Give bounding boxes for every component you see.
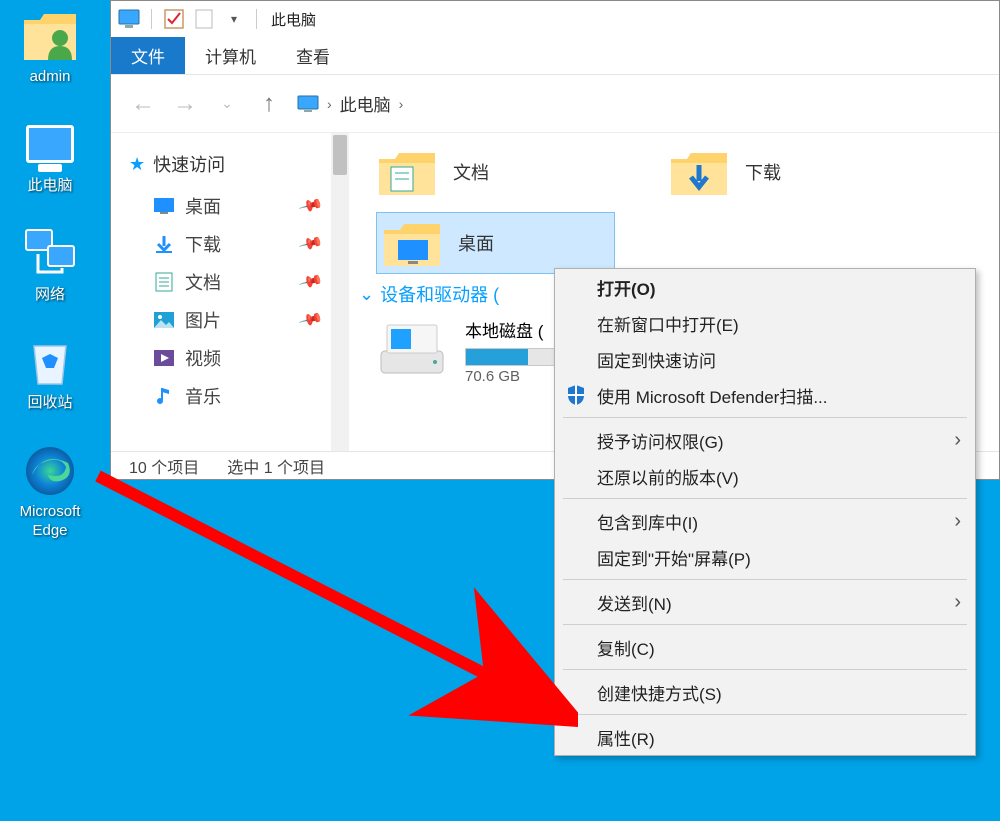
ctx-grant-access[interactable]: 授予访问权限(G)› — [555, 422, 975, 458]
desktop-small-icon — [153, 195, 175, 217]
quick-access-header[interactable]: ★ 快速访问 — [129, 151, 331, 177]
breadcrumb-item[interactable]: 此电脑 — [340, 91, 391, 116]
status-item-count: 10 个项目 — [129, 454, 199, 478]
sidebar-item-desktop[interactable]: 桌面📌 — [153, 187, 331, 225]
desktop-icon-admin[interactable]: admin — [6, 6, 94, 87]
status-selected-count: 选中 1 个项目 — [227, 454, 325, 478]
ribbon-tabs: 文件 计算机 查看 — [111, 37, 999, 75]
nav-forward-button[interactable]: → — [171, 90, 199, 118]
music-small-icon — [153, 385, 175, 407]
pin-icon: 📌 — [297, 306, 324, 333]
videos-small-icon — [153, 347, 175, 369]
ctx-separator — [563, 417, 967, 418]
downloads-folder-icon — [669, 147, 729, 197]
pin-icon: 📌 — [297, 192, 324, 219]
qat-blank-icon[interactable] — [192, 7, 216, 31]
ctx-open[interactable]: 打开(O) — [555, 269, 975, 305]
ctx-include-library[interactable]: 包含到库中(I)› — [555, 503, 975, 539]
desktop-icon-recycle-bin[interactable]: 回收站 — [6, 332, 94, 413]
ctx-separator — [563, 669, 967, 670]
documents-small-icon — [153, 271, 175, 293]
sidebar-item-downloads[interactable]: 下载📌 — [153, 225, 331, 263]
nav-back-button[interactable]: ← — [129, 90, 157, 118]
qat-dropdown-icon[interactable]: ▾ — [222, 7, 246, 31]
qat-divider — [256, 9, 257, 29]
sidebar-item-pictures[interactable]: 图片📌 — [153, 301, 331, 339]
nav-history-dropdown[interactable]: ⌄ — [213, 90, 241, 118]
tab-view[interactable]: 查看 — [276, 37, 350, 74]
chevron-down-icon: ⌄ — [359, 284, 374, 305]
desktop-icon-label: 网络 — [6, 286, 94, 305]
ctx-pin-start[interactable]: 固定到"开始"屏幕(P) — [555, 539, 975, 575]
submenu-arrow-icon: › — [954, 591, 961, 614]
submenu-arrow-icon: › — [954, 510, 961, 533]
nav-up-button[interactable]: ↑ — [255, 90, 283, 118]
sidebar-item-videos[interactable]: 视频 — [153, 339, 331, 377]
pin-icon: 📌 — [297, 230, 324, 257]
documents-folder-icon — [377, 147, 437, 197]
pictures-small-icon — [153, 309, 175, 331]
sidebar-item-music[interactable]: 音乐 — [153, 377, 331, 415]
star-icon: ★ — [129, 154, 145, 175]
network-icon — [20, 224, 80, 282]
submenu-arrow-icon: › — [954, 429, 961, 452]
folder-desktop-selected[interactable]: 桌面 — [377, 213, 614, 273]
desktop-icon-edge[interactable]: Microsoft Edge — [6, 441, 94, 541]
scrollbar-thumb[interactable] — [333, 135, 347, 175]
ctx-separator — [563, 714, 967, 715]
address-bar-row: ← → ⌄ ↑ › 此电脑 › — [111, 75, 999, 133]
context-menu: 打开(O) 在新窗口中打开(E) 固定到快速访问 使用 Microsoft De… — [554, 268, 976, 756]
nav-pane: ★ 快速访问 桌面📌 下载📌 文档📌 图片📌 视频 — [111, 133, 331, 451]
qat-checkbox-icon[interactable] — [162, 7, 186, 31]
ctx-separator — [563, 498, 967, 499]
ctx-properties[interactable]: 属性(R) — [555, 719, 975, 755]
ctx-defender-scan[interactable]: 使用 Microsoft Defender扫描... — [555, 377, 975, 413]
ctx-pin-quick-access[interactable]: 固定到快速访问 — [555, 341, 975, 377]
drive-icon — [377, 317, 447, 377]
desktop-folder-icon — [382, 218, 442, 268]
desktop-icons: admin 此电脑 网络 回收站 Microsoft Edge — [0, 0, 100, 569]
qat-divider — [151, 9, 152, 29]
recycle-bin-icon — [20, 332, 80, 390]
ctx-send-to[interactable]: 发送到(N)› — [555, 584, 975, 620]
ctx-separator — [563, 579, 967, 580]
desktop-icon-label: 回收站 — [6, 394, 94, 413]
chevron-right-icon: › — [327, 96, 332, 112]
annotation-arrow — [88, 466, 578, 736]
ctx-separator — [563, 624, 967, 625]
pc-icon — [20, 115, 80, 173]
thispc-breadcrumb-icon — [297, 95, 319, 113]
breadcrumb[interactable]: › 此电脑 › — [297, 91, 981, 116]
ctx-restore-previous[interactable]: 还原以前的版本(V) — [555, 458, 975, 494]
thispc-small-icon — [117, 7, 141, 31]
tab-file[interactable]: 文件 — [111, 37, 185, 74]
defender-icon — [563, 382, 589, 408]
titlebar[interactable]: ▾ 此电脑 — [111, 1, 999, 37]
folder-downloads[interactable]: 下载 — [669, 147, 781, 197]
desktop-icon-label: admin — [6, 68, 94, 87]
chevron-right-icon: › — [399, 96, 404, 112]
downloads-small-icon — [153, 233, 175, 255]
folder-documents[interactable]: 文档 — [377, 147, 489, 197]
ctx-create-shortcut[interactable]: 创建快捷方式(S) — [555, 674, 975, 710]
pin-icon: 📌 — [297, 268, 324, 295]
ctx-copy[interactable]: 复制(C) — [555, 629, 975, 665]
user-folder-icon — [20, 6, 80, 64]
tab-computer[interactable]: 计算机 — [185, 37, 276, 74]
desktop-icon-label: Microsoft Edge — [6, 503, 94, 541]
desktop-icon-this-pc[interactable]: 此电脑 — [6, 115, 94, 196]
scrollbar-track[interactable] — [331, 133, 349, 451]
window-title: 此电脑 — [271, 9, 316, 30]
edge-icon — [20, 441, 80, 499]
ctx-open-new-window[interactable]: 在新窗口中打开(E) — [555, 305, 975, 341]
sidebar-item-documents[interactable]: 文档📌 — [153, 263, 331, 301]
desktop-icon-label: 此电脑 — [6, 177, 94, 196]
desktop-icon-network[interactable]: 网络 — [6, 224, 94, 305]
